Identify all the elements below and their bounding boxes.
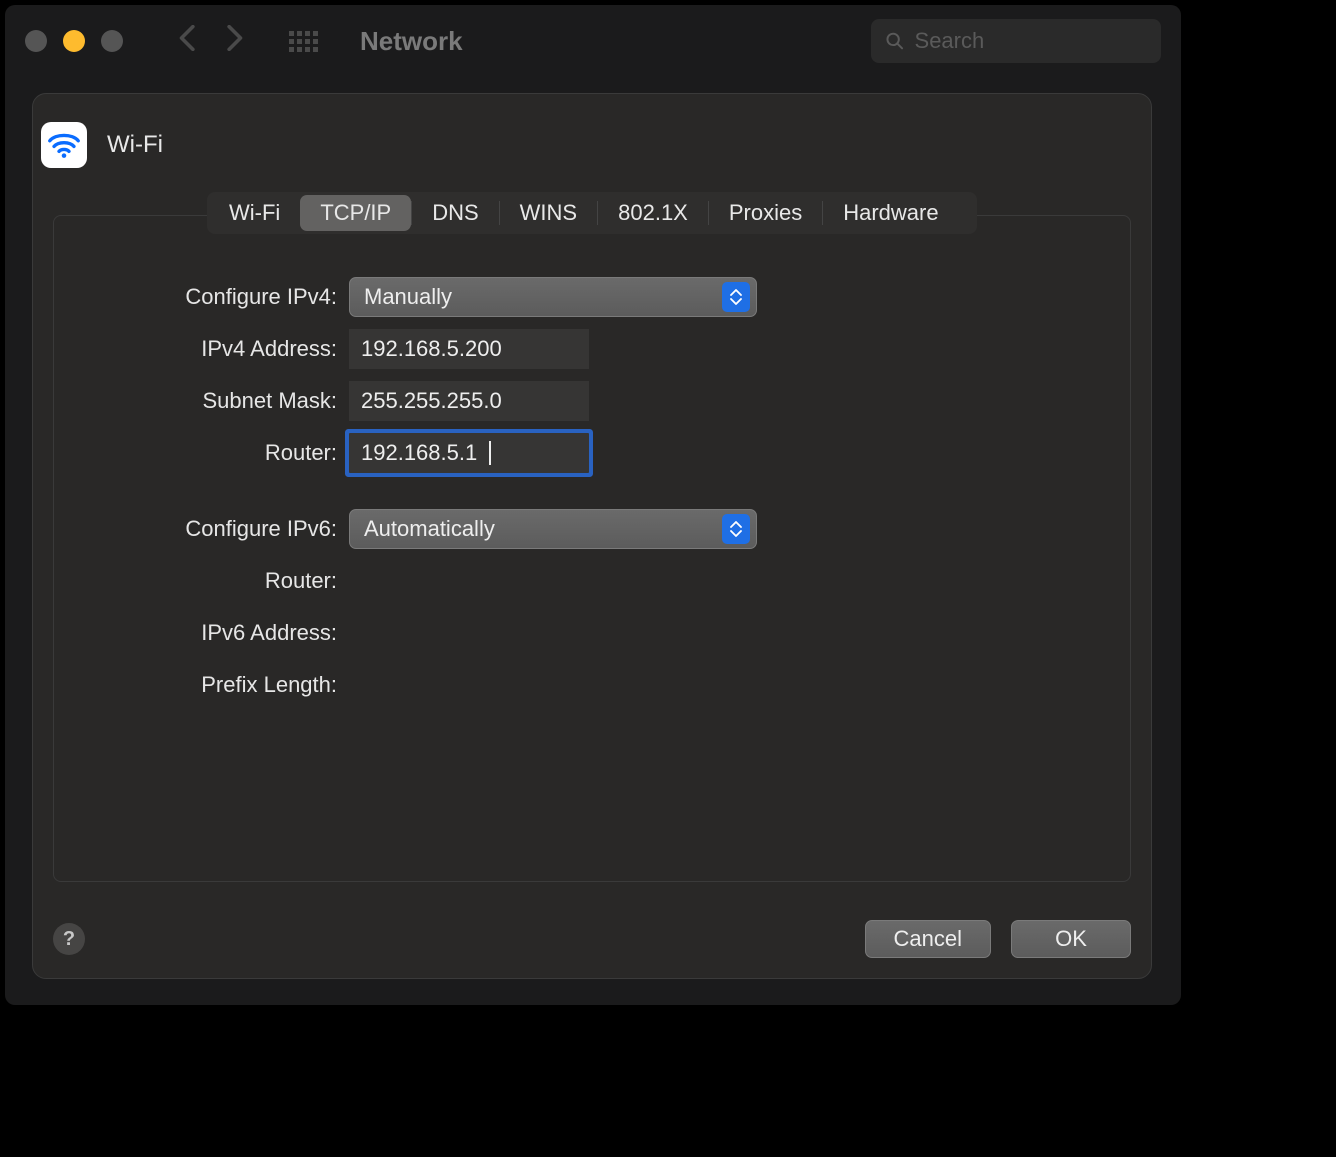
tab-proxies[interactable]: Proxies (709, 195, 822, 231)
tab-bar: Wi-Fi TCP/IP DNS WINS 802.1X Proxies Har… (207, 192, 977, 234)
ipv4-address-input[interactable] (349, 329, 589, 369)
minimize-window-button[interactable] (63, 30, 85, 52)
tab-tcpip[interactable]: TCP/IP (300, 195, 411, 231)
tab-8021x[interactable]: 802.1X (598, 195, 708, 231)
updown-icon (722, 514, 750, 544)
sheet-title: Wi-Fi (107, 131, 163, 159)
configure-ipv4-value: Manually (364, 284, 452, 310)
content-frame: Configure IPv4: Manually IPv4 Address: S… (53, 215, 1131, 882)
sheet-header: Wi-Fi (33, 94, 1151, 168)
configure-ipv4-label: Configure IPv4: (94, 284, 349, 310)
tab-dns[interactable]: DNS (412, 195, 498, 231)
ipv6-address-label: IPv6 Address: (94, 620, 349, 646)
ok-button[interactable]: OK (1011, 920, 1131, 958)
search-field[interactable] (871, 19, 1161, 63)
configure-ipv6-value: Automatically (364, 516, 495, 542)
ipv4-router-label: Router: (94, 440, 349, 466)
chevron-right-icon (225, 25, 243, 51)
wifi-icon (41, 122, 87, 168)
prefix-length-label: Prefix Length: (94, 672, 349, 698)
close-window-button[interactable] (25, 30, 47, 52)
configure-ipv6-dropdown[interactable]: Automatically (349, 509, 757, 549)
cancel-button[interactable]: Cancel (865, 920, 991, 958)
subnet-mask-input[interactable] (349, 381, 589, 421)
ipv4-router-input[interactable] (349, 433, 589, 473)
configure-ipv4-dropdown[interactable]: Manually (349, 277, 757, 317)
chevron-left-icon (179, 25, 197, 51)
ipv6-router-label: Router: (94, 568, 349, 594)
zoom-window-button[interactable] (101, 30, 123, 52)
ipv4-address-label: IPv4 Address: (94, 336, 349, 362)
search-input[interactable] (915, 28, 1147, 54)
nav-arrows (179, 25, 243, 58)
sheet-footer: ? Cancel OK (53, 920, 1131, 958)
titlebar: Network (5, 5, 1181, 77)
text-caret (489, 441, 491, 465)
search-icon (885, 30, 905, 52)
back-button[interactable] (179, 25, 197, 58)
help-button[interactable]: ? (53, 923, 85, 955)
settings-sheet: Wi-Fi Wi-Fi TCP/IP DNS WINS 802.1X Proxi… (32, 93, 1152, 979)
tab-hardware[interactable]: Hardware (823, 195, 958, 231)
configure-ipv6-label: Configure IPv6: (94, 516, 349, 542)
tab-wins[interactable]: WINS (500, 195, 597, 231)
forward-button[interactable] (225, 25, 243, 58)
preferences-window: Network Wi-Fi Wi-Fi TCP/IP (5, 5, 1181, 1005)
updown-icon (722, 282, 750, 312)
show-all-button[interactable] (289, 31, 318, 52)
subnet-mask-label: Subnet Mask: (94, 388, 349, 414)
tab-wifi[interactable]: Wi-Fi (209, 195, 300, 231)
traffic-lights (25, 30, 123, 52)
window-title: Network (360, 26, 463, 57)
